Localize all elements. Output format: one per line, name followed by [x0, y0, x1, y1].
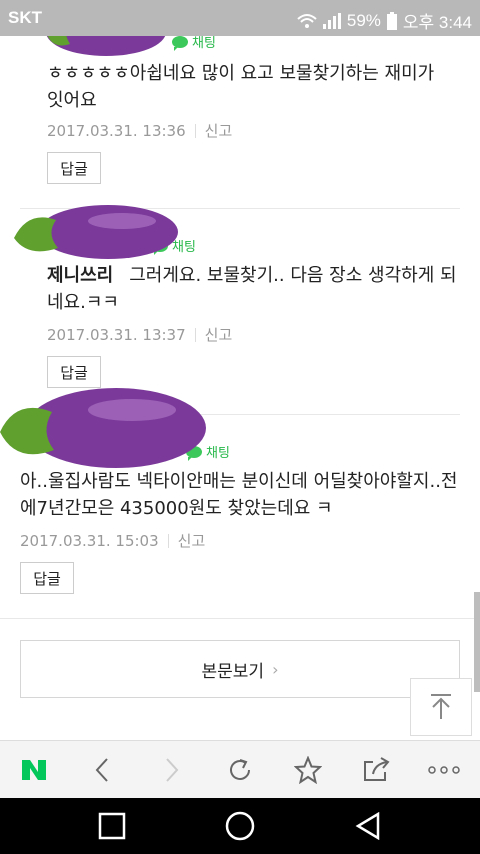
refresh-icon	[230, 759, 250, 780]
comment-list: 채팅 ㅎㅎㅎㅎㅎ아쉽네요 많이 요고 보물찾기하는 재미가 잇어요 2017.0…	[0, 36, 480, 740]
bookmark-button[interactable]	[278, 741, 338, 799]
status-bar: SKT 59% 오후 3:44	[0, 0, 480, 36]
chevron-right-icon: ›	[272, 659, 279, 679]
report-link[interactable]: 신고	[205, 324, 233, 345]
refresh-button[interactable]	[210, 741, 270, 799]
comment-date: 2017.03.31. 13:36	[47, 121, 186, 140]
divider	[0, 618, 480, 619]
eggplant-sticker	[14, 205, 178, 259]
back-triangle-icon	[355, 812, 380, 840]
scroll-to-top-button[interactable]	[410, 678, 472, 736]
back-button[interactable]	[72, 741, 132, 799]
comment-text: ㅎㅎㅎㅎㅎ아쉽네요 많이 요고 보물찾기하는 재미가 잇어요	[47, 63, 435, 111]
wifi-icon	[297, 13, 317, 28]
view-full-article-button[interactable]: 본문보기 ›	[20, 640, 460, 698]
reply-button[interactable]: 답글	[47, 152, 101, 184]
battery-icon	[386, 11, 397, 30]
divider	[194, 123, 196, 138]
system-nav-bar	[0, 798, 480, 854]
comment-date: 2017.03.31. 15:03	[20, 531, 159, 550]
recents-button[interactable]	[72, 798, 152, 854]
bookmark-star-icon	[294, 756, 322, 784]
report-link[interactable]: 신고	[178, 530, 206, 551]
forward-icon	[166, 758, 179, 782]
more-button[interactable]	[414, 741, 474, 799]
naver-home-button[interactable]	[4, 741, 64, 799]
eggplant-sticker	[0, 388, 206, 468]
home-circle-icon	[225, 811, 255, 841]
comment-text: 아..울집사람도 넥타이안매는 분이신데 어딜찾아야할지..전에7년간모은 43…	[20, 471, 458, 519]
scrollbar[interactable]	[474, 592, 480, 692]
share-icon	[364, 757, 390, 781]
clock: 오후 3:44	[402, 13, 472, 32]
chat-bubble-icon	[172, 36, 188, 51]
reply-button[interactable]: 답글	[20, 562, 74, 594]
eggplant-sticker	[46, 36, 166, 56]
carrier-label: SKT	[8, 8, 42, 27]
comment-item: 채팅 ㅎㅎㅎㅎㅎ아쉽네요 많이 요고 보물찾기하는 재미가 잇어요 2017.0…	[0, 36, 480, 216]
comment-author[interactable]: 제니쓰리	[47, 265, 113, 286]
arrow-up-icon	[431, 694, 451, 719]
back-nav-button[interactable]	[328, 798, 408, 854]
forward-button[interactable]	[142, 741, 202, 799]
recents-square-icon	[98, 812, 126, 840]
signal-icon	[322, 12, 341, 29]
report-link[interactable]: 신고	[205, 120, 233, 141]
divider	[194, 327, 196, 342]
naver-logo-icon	[22, 760, 46, 780]
chat-badge[interactable]: 채팅	[172, 36, 216, 51]
view-full-article-label: 본문보기	[201, 661, 265, 682]
share-button[interactable]	[346, 741, 406, 799]
home-button[interactable]	[200, 798, 280, 854]
back-icon	[95, 758, 108, 782]
more-icon	[428, 766, 460, 774]
browser-toolbar	[0, 740, 480, 799]
divider	[167, 533, 169, 548]
comment-date: 2017.03.31. 13:37	[47, 325, 186, 344]
battery-percent: 59%	[346, 10, 381, 30]
